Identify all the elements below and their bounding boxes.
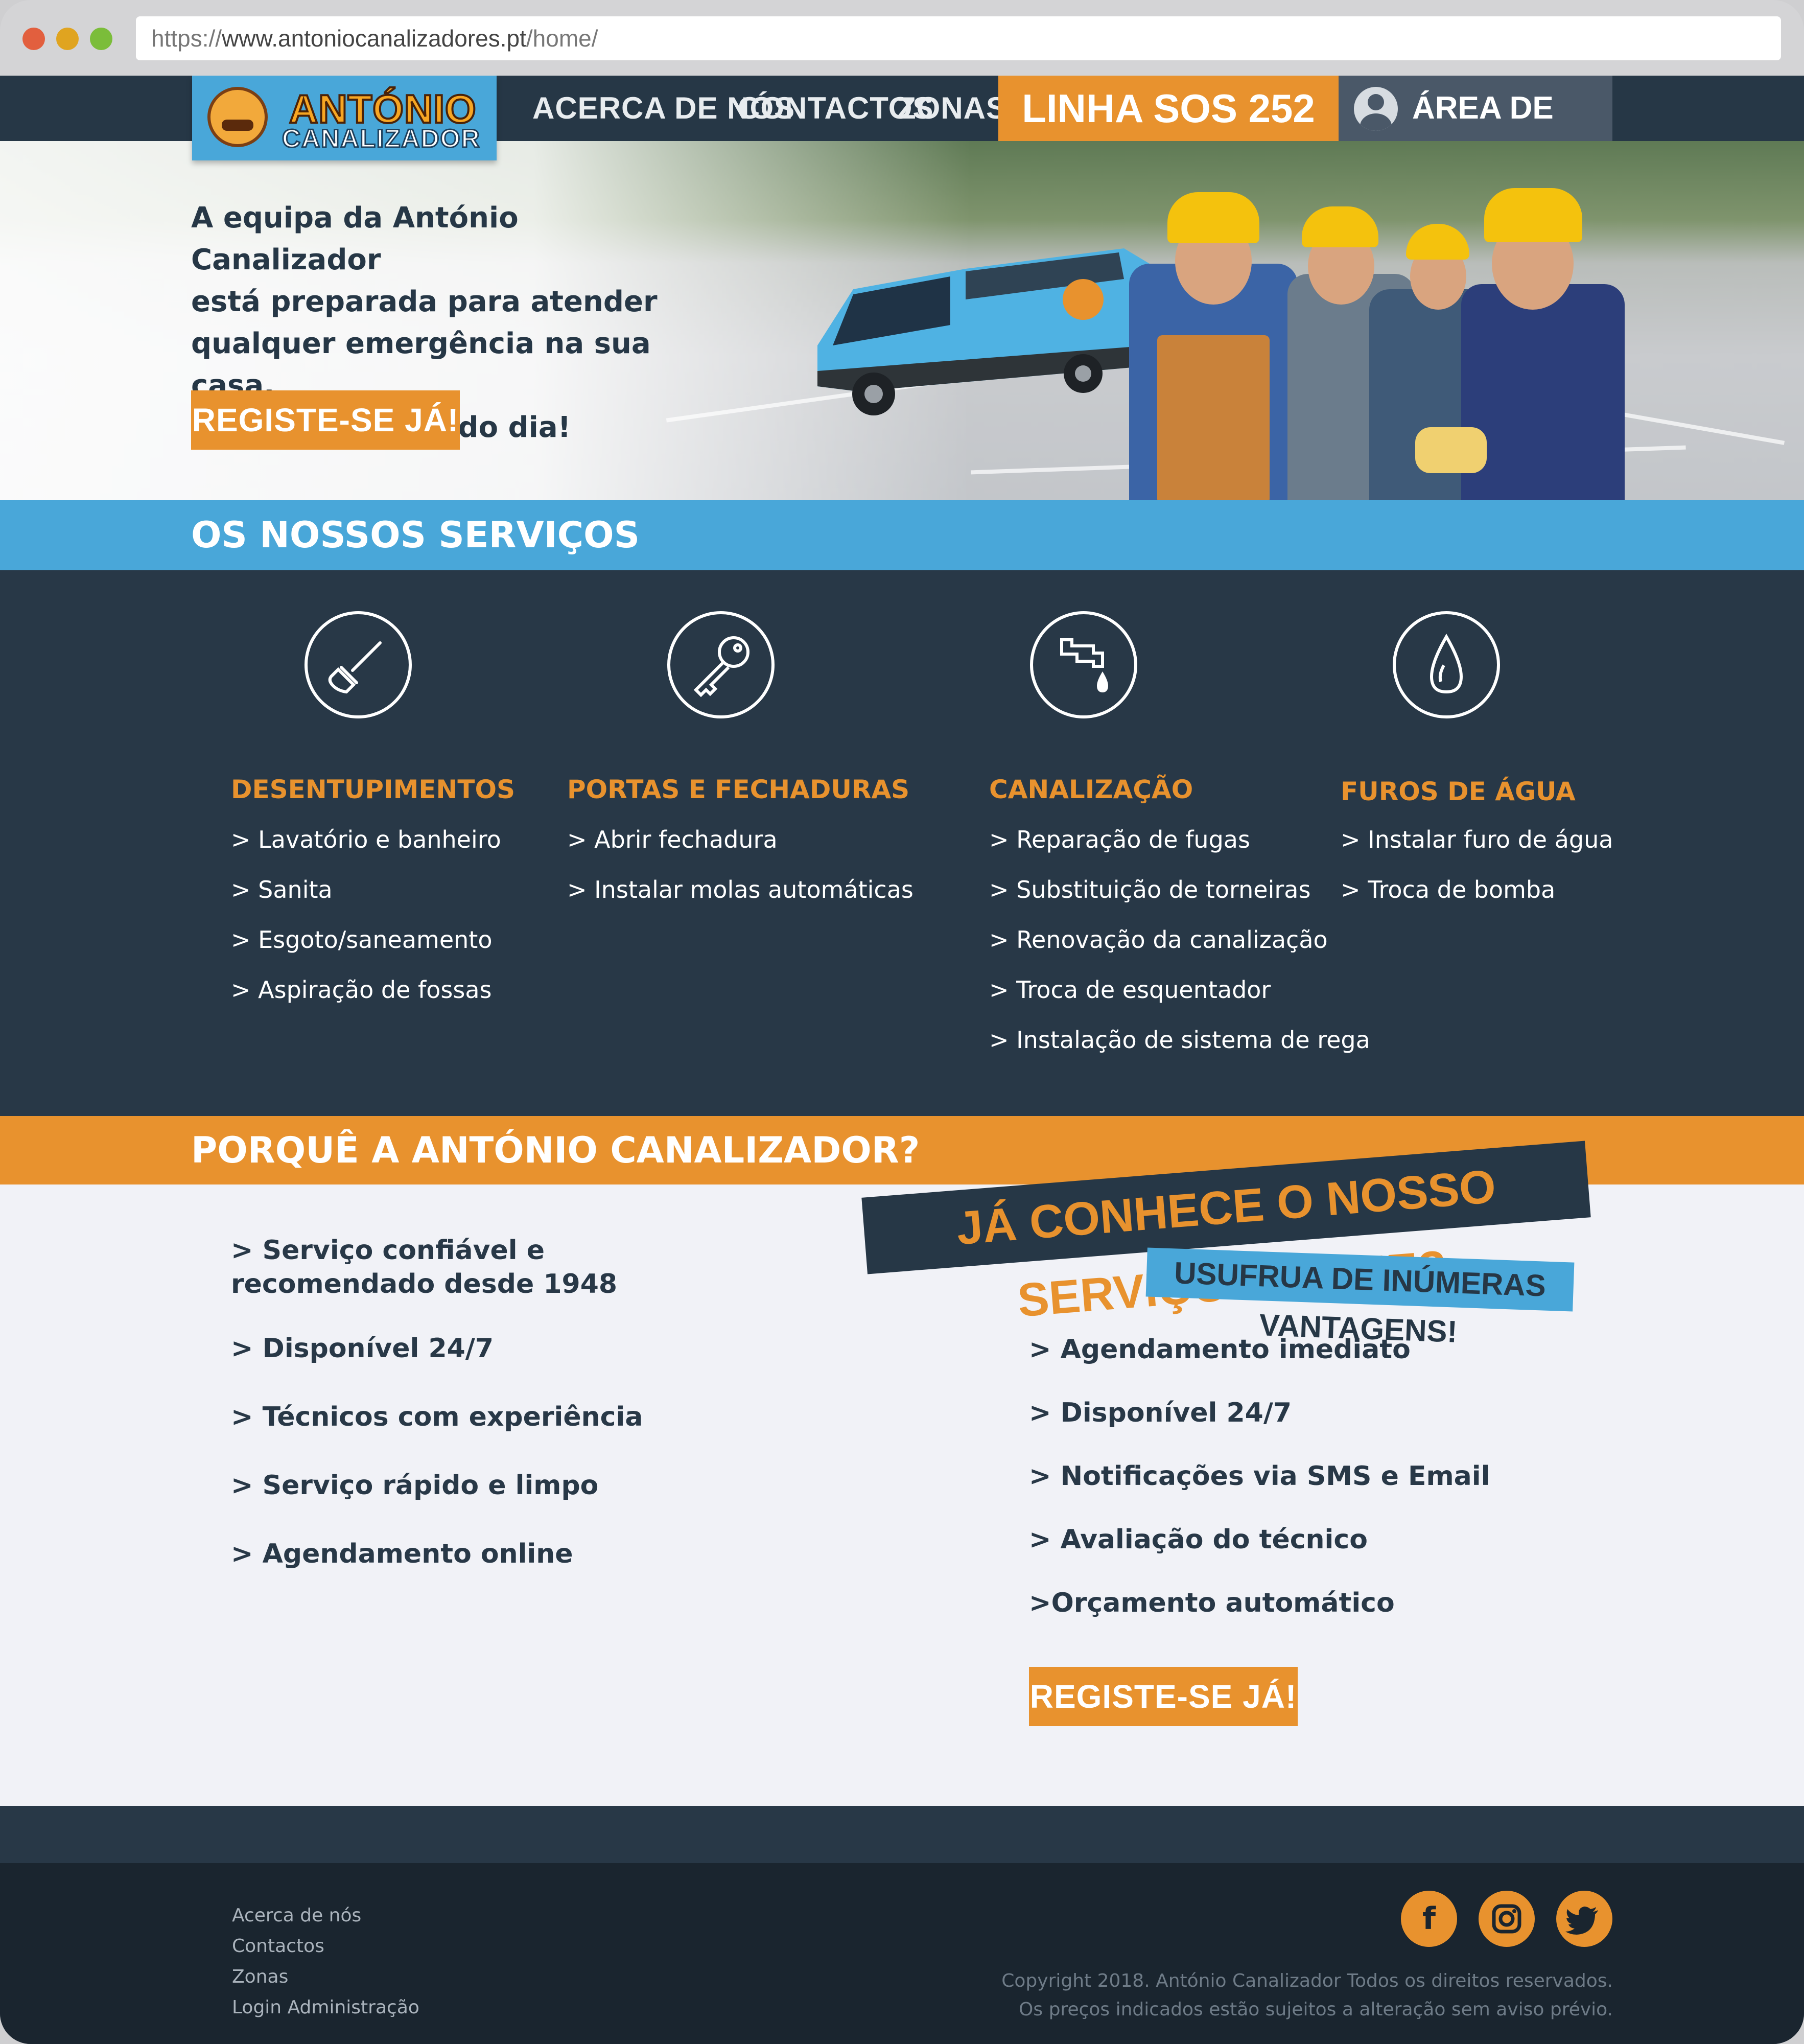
services-title: OS NOSSOS SERVIÇOS [0, 500, 1804, 570]
service-item[interactable]: > Troca de esquentador [989, 976, 1271, 1004]
window-maximize-button[interactable] [90, 28, 112, 50]
service-item[interactable]: > Instalar molas automáticas [567, 876, 913, 903]
register-button-online[interactable]: REGISTE-SE JÁ! [1029, 1667, 1298, 1726]
twitter-icon[interactable] [1556, 1891, 1612, 1947]
helmet-icon [1167, 192, 1259, 243]
van-image [817, 248, 1150, 415]
service-item[interactable]: > Instalar furo de água [1341, 826, 1613, 853]
service-title-doors-locks: PORTAS E FECHADURAS [567, 775, 910, 804]
browser-chrome: https://www.antoniocanalizadores.pt/home… [0, 0, 1804, 76]
window-close-button[interactable] [22, 28, 45, 50]
online-benefit: > Avaliação do técnico [1029, 1524, 1368, 1555]
instagram-icon[interactable] [1479, 1891, 1535, 1947]
logo[interactable]: ANTÓNIO CANALIZADOR [192, 76, 497, 160]
service-item[interactable]: > Renovação da canalização [989, 926, 1328, 954]
services-section: DESENTUPIMENTOS > Lavatório e banheiro >… [0, 570, 1804, 1116]
overalls-shape [1157, 335, 1270, 500]
client-area-button[interactable]: ÁREA DE CLIENTE [1339, 76, 1612, 191]
hero: A equipa da António Canalizador está pre… [0, 141, 1804, 500]
service-title-plumbing: CANALIZAÇÃO [989, 775, 1193, 804]
footer-link-contacts[interactable]: Contactos [232, 1936, 324, 1957]
top-nav: ANTÓNIO CANALIZADOR ACERCA DE NÓS CONTAC… [0, 76, 1804, 196]
mascot-icon [207, 87, 268, 147]
pre-footer [0, 1806, 1804, 1863]
why-item: > Técnicos com experiência [231, 1402, 643, 1432]
service-item[interactable]: > Instalação de sistema de rega [989, 1026, 1370, 1054]
service-item[interactable]: > Lavatório e banheiro [231, 826, 501, 853]
footer-link-about[interactable]: Acerca de nós [232, 1905, 361, 1926]
register-button[interactable]: REGISTE-SE JÁ! [191, 390, 460, 450]
glove-shape [1415, 427, 1487, 473]
sos-phone-line[interactable]: LINHA SOS 252 202 303 [998, 76, 1339, 196]
footer-link-admin-login[interactable]: Login Administração [232, 1997, 419, 2018]
copyright-text: Copyright 2018. António Canalizador Todo… [1001, 1970, 1613, 1991]
facebook-icon[interactable]: f [1401, 1891, 1457, 1947]
hero-line: A equipa da António Canalizador [191, 201, 519, 276]
service-item[interactable]: > Reparação de fugas [989, 826, 1250, 853]
plunger-icon [304, 611, 412, 718]
why-item: > Serviço rápido e limpo [231, 1470, 599, 1501]
why-item: recomendado desde 1948 [231, 1269, 618, 1299]
key-icon [667, 611, 775, 718]
why-item: > Agendamento online [231, 1539, 573, 1569]
user-icon [1354, 87, 1398, 131]
address-bar[interactable]: https://www.antoniocanalizadores.pt/home… [136, 16, 1781, 60]
faucet-icon [1030, 611, 1137, 718]
hero-line: está preparada para atender [191, 285, 658, 318]
online-benefit: > Disponível 24/7 [1029, 1398, 1292, 1428]
service-title-water-wells: FUROS DE ÁGUA [1341, 777, 1576, 806]
service-item[interactable]: > Aspiração de fossas [231, 976, 491, 1004]
why-item: > Disponível 24/7 [231, 1333, 494, 1364]
url-path: /home/ [526, 25, 598, 52]
url-domain: www.antoniocanalizadores.pt [222, 25, 526, 52]
nav-zones[interactable]: ZONAS [897, 76, 1007, 141]
window-minimize-button[interactable] [56, 28, 79, 50]
helmet-icon [1406, 224, 1469, 260]
footer-link-zones[interactable]: Zonas [232, 1966, 288, 1987]
service-item[interactable]: > Esgoto/saneamento [231, 926, 492, 954]
service-item[interactable]: > Sanita [231, 876, 333, 903]
helmet-icon [1484, 188, 1582, 242]
online-benefit: > Notificações via SMS e Email [1029, 1461, 1490, 1492]
worker-image [1461, 284, 1625, 500]
service-item[interactable]: > Troca de bomba [1341, 876, 1555, 903]
service-item[interactable]: > Substituição de torneiras [989, 876, 1310, 903]
online-benefit: > Agendamento imediato [1029, 1334, 1411, 1365]
price-disclaimer: Os preços indicados estão sujeitos a alt… [1019, 1999, 1613, 2020]
service-item[interactable]: > Abrir fechadura [567, 826, 778, 853]
service-title-unclogging: DESENTUPIMENTOS [231, 775, 516, 804]
logo-line2: CANALIZADOR [282, 124, 481, 154]
why-item: > Serviço confiável e [231, 1235, 545, 1266]
water-drop-icon [1393, 611, 1500, 718]
online-benefit: >Orçamento automático [1029, 1588, 1395, 1618]
page: ANTÓNIO CANALIZADOR ACERCA DE NÓS CONTAC… [0, 76, 1804, 2044]
helmet-icon [1302, 206, 1378, 247]
url-prefix: https:// [151, 25, 222, 52]
